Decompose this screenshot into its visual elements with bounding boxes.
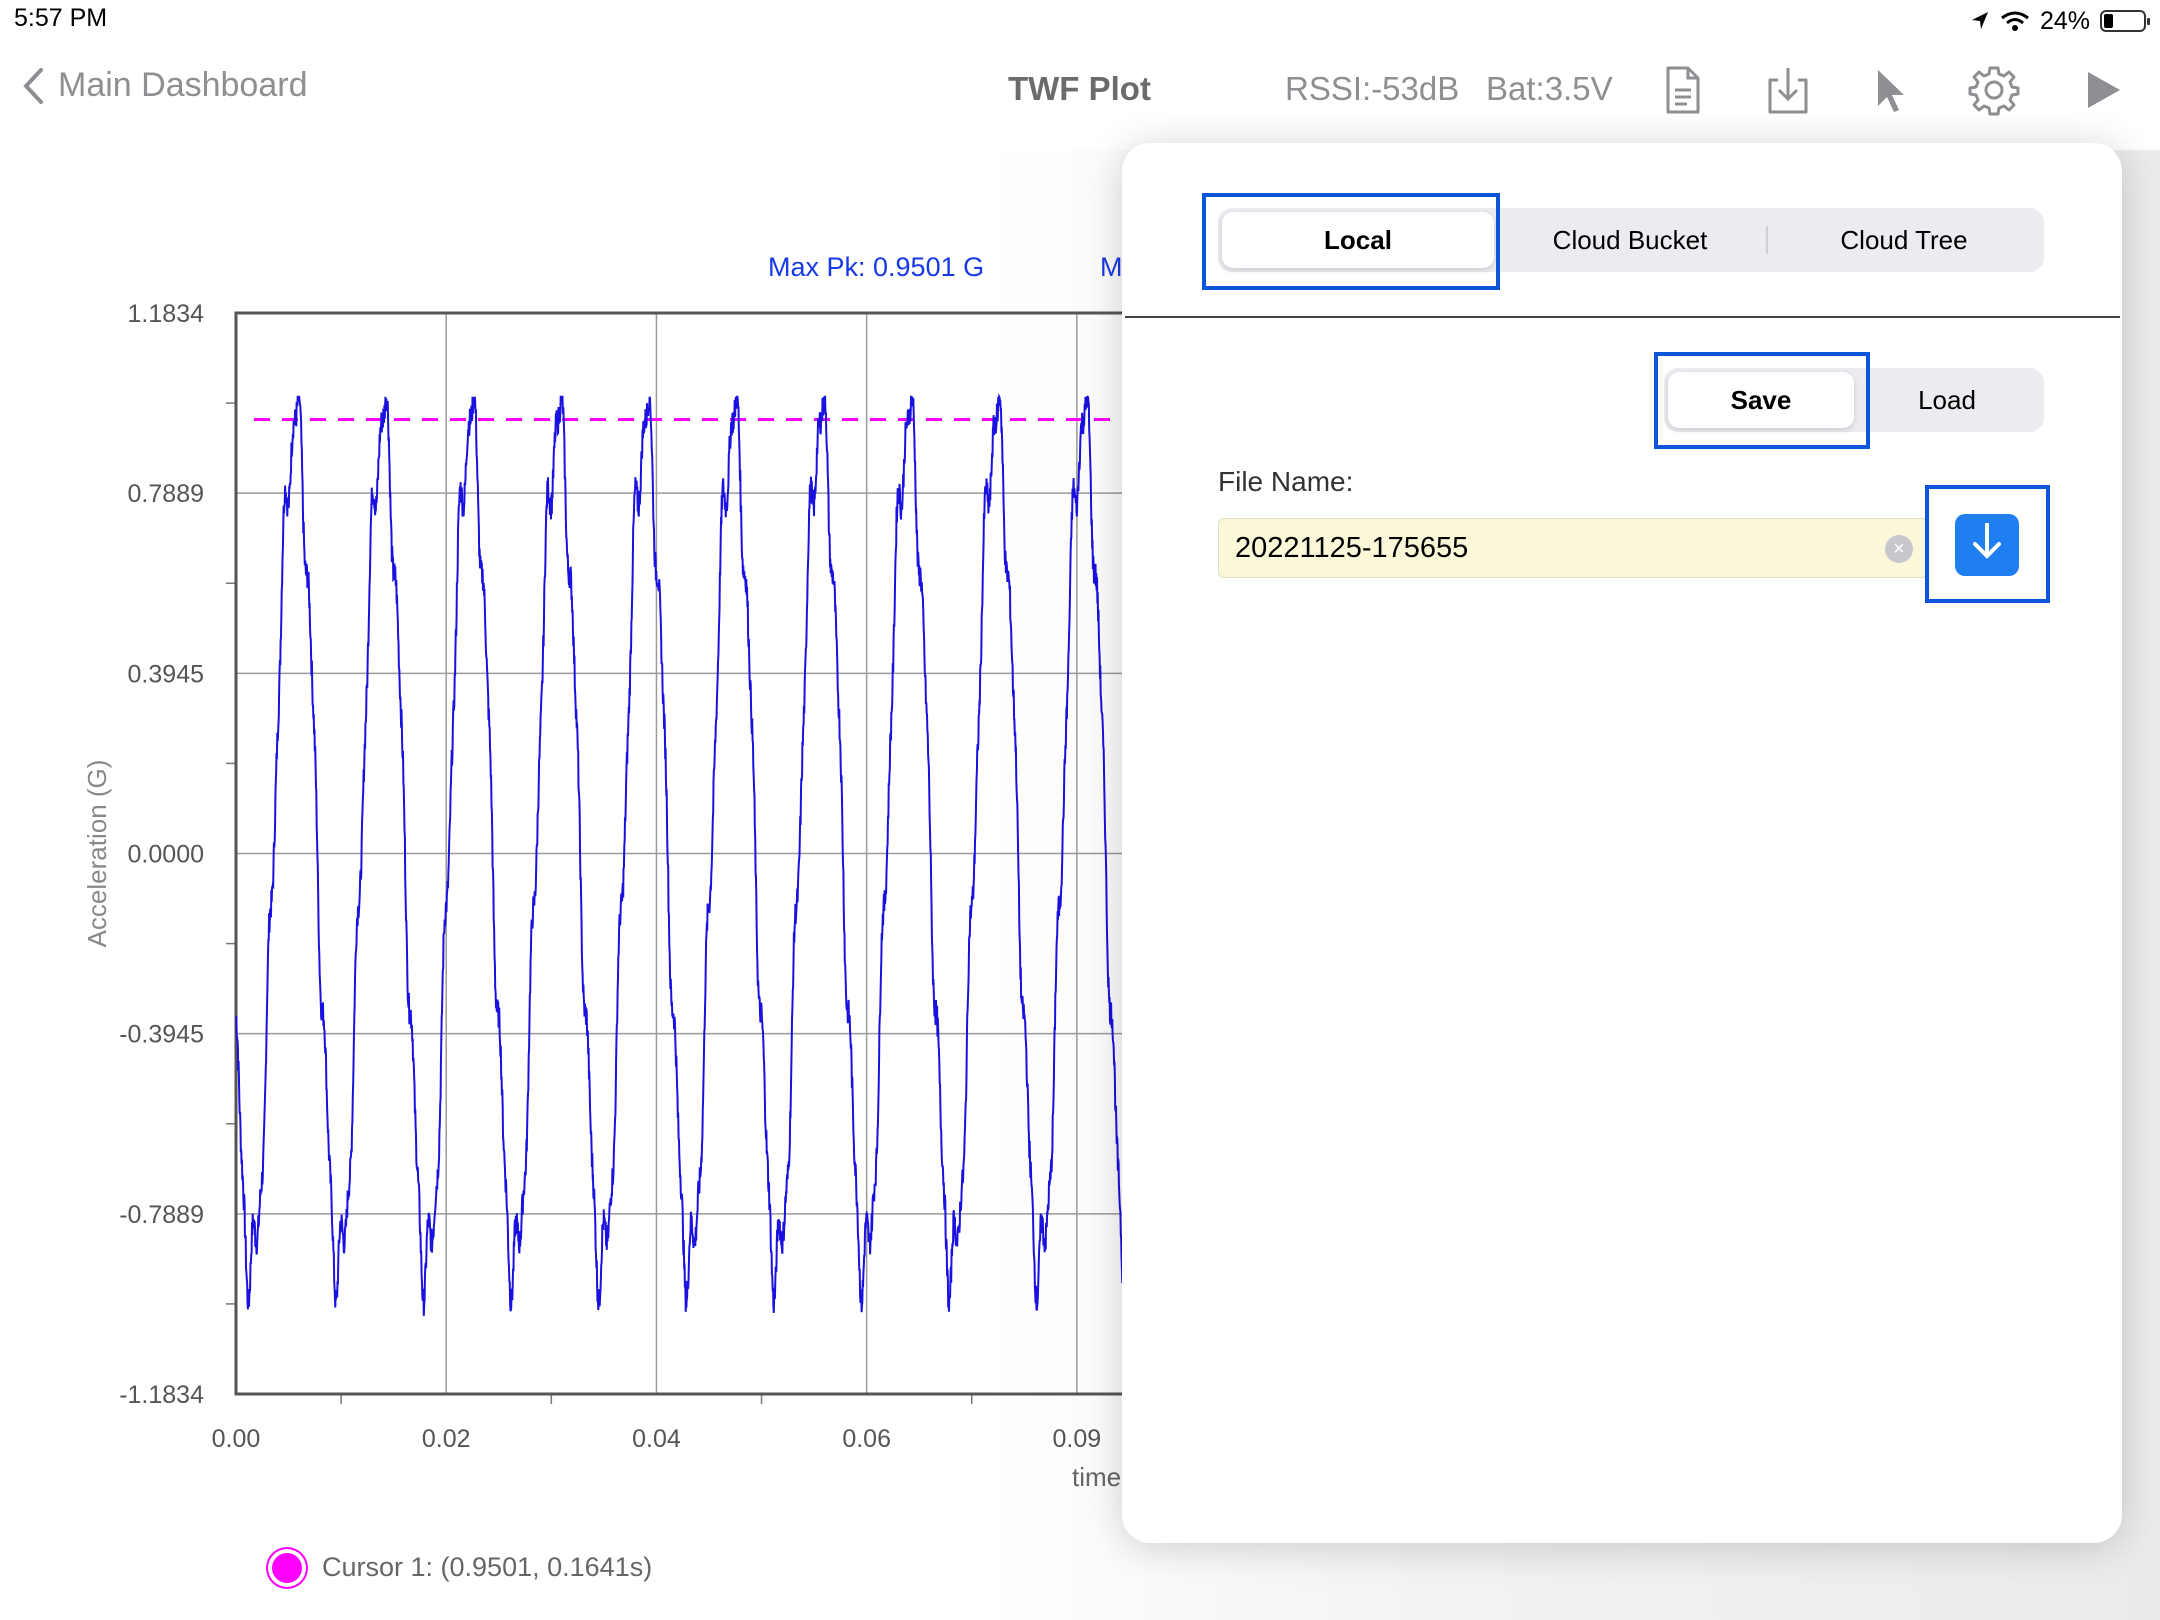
tab-cloud-tree[interactable]: Cloud Tree — [1768, 212, 2040, 268]
cursor-legend-text: Cursor 1: (0.9501, 0.1641s) — [322, 1552, 653, 1582]
y-tick-label: -0.7889 — [119, 1201, 204, 1229]
y-tick-label: 0.0000 — [128, 841, 204, 869]
x-tick-label: 0.09 — [1053, 1425, 1102, 1453]
battery-icon — [2100, 10, 2150, 32]
file-name-input[interactable] — [1233, 530, 1857, 566]
tab-load[interactable]: Load — [1854, 372, 2040, 428]
document-icon[interactable] — [1654, 62, 1710, 118]
highlight-box-local — [1202, 193, 1500, 290]
twf-chart[interactable]: 1.1834 0.7889 0.3945 0.0000 -0.3945 -0.7889 -1… — [0, 240, 1130, 1500]
cursor-legend: Cursor 1: (0.9501, 0.1641s) — [272, 1552, 652, 1583]
gear-icon[interactable] — [1966, 62, 2022, 118]
file-name-label: File Name: — [1218, 466, 1354, 497]
waveform-series — [235, 392, 1130, 1316]
back-button[interactable]: Main Dashboard — [22, 66, 307, 105]
cursor-marker-icon — [272, 1552, 302, 1583]
x-axis-label: time — [1072, 1462, 1121, 1492]
battery-voltage-readout: Bat:3.5V — [1486, 70, 1613, 107]
cursor-pointer-icon[interactable] — [1862, 62, 1918, 118]
y-tick-label: 1.1834 — [128, 300, 205, 328]
page-title: TWF Plot — [1008, 70, 1151, 107]
download-tray-icon[interactable] — [1760, 62, 1816, 118]
x-tick-label: 0.04 — [632, 1425, 681, 1453]
y-tick-label: 0.7889 — [128, 480, 204, 508]
chevron-left-icon — [23, 67, 43, 104]
back-label: Main Dashboard — [58, 66, 308, 104]
highlight-box-download — [1925, 485, 2050, 603]
popover-divider — [1125, 316, 2120, 318]
save-load-popover — [1122, 143, 2122, 1543]
y-tick-label: -0.3945 — [119, 1021, 204, 1049]
y-axis-label: Acceleration (G) — [82, 760, 112, 948]
battery-percent: 24% — [2039, 6, 2090, 35]
y-tick-label: 0.3945 — [128, 660, 204, 688]
y-tick-label: -1.1834 — [119, 1381, 204, 1409]
status-indicators: 24% — [1970, 4, 2150, 38]
status-time: 5:57 PM — [14, 4, 108, 32]
highlight-box-save — [1654, 352, 1870, 449]
wifi-icon — [2001, 11, 2029, 31]
x-tick-label: 0.00 — [212, 1425, 261, 1453]
file-name-field[interactable]: × — [1218, 518, 1928, 578]
popover-arrow — [1768, 118, 1824, 146]
tab-cloud-bucket[interactable]: Cloud Bucket — [1494, 212, 1766, 268]
location-arrow-icon — [1971, 12, 1988, 29]
x-tick-label: 0.06 — [842, 1425, 891, 1453]
x-tick-label: 0.02 — [422, 1425, 471, 1453]
play-icon[interactable] — [2074, 62, 2130, 118]
clear-text-button[interactable]: × — [1885, 535, 1913, 563]
rssi-readout: RSSI:-53dB — [1285, 70, 1460, 107]
